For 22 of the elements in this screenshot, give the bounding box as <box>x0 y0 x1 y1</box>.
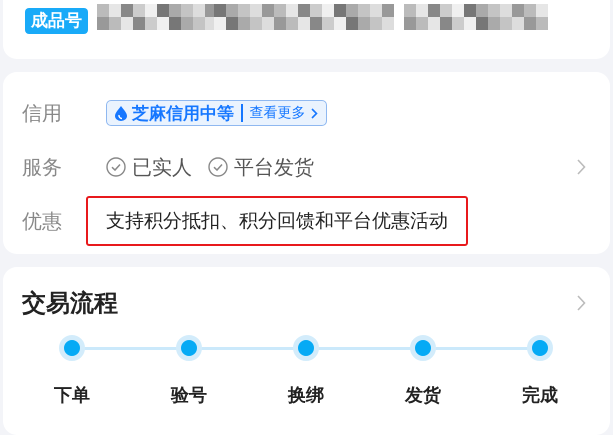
credit-level: 芝麻信用中等 <box>132 102 234 124</box>
drop-icon <box>115 106 127 120</box>
section-title: 交易流程 <box>22 288 118 319</box>
product-number-badge: 成品号 <box>25 8 88 34</box>
step-label: 换绑 <box>288 384 324 407</box>
step-label: 下单 <box>54 384 90 407</box>
check-circle-icon <box>208 157 228 177</box>
chevron-icon <box>310 108 318 118</box>
step-label: 完成 <box>522 384 558 407</box>
row-label: 服务 <box>22 154 63 180</box>
service-label: 平台发货 <box>234 154 314 180</box>
step-label: 发货 <box>405 384 441 407</box>
credit-badge[interactable]: 芝麻信用中等 查看更多 <box>106 100 326 126</box>
see-more-link[interactable]: 查看更多 <box>250 104 306 122</box>
chevron-icon[interactable] <box>577 159 586 175</box>
check-circle-icon <box>106 157 126 177</box>
chevron-icon[interactable] <box>577 295 586 311</box>
service-label: 已实人 <box>132 154 192 180</box>
step-label: 验号 <box>171 384 207 407</box>
row-label: 信用 <box>22 100 63 126</box>
row-label: 优惠 <box>22 208 63 234</box>
promo-text: 支持积分抵扣、积分回馈和平台优惠活动 <box>86 196 468 246</box>
